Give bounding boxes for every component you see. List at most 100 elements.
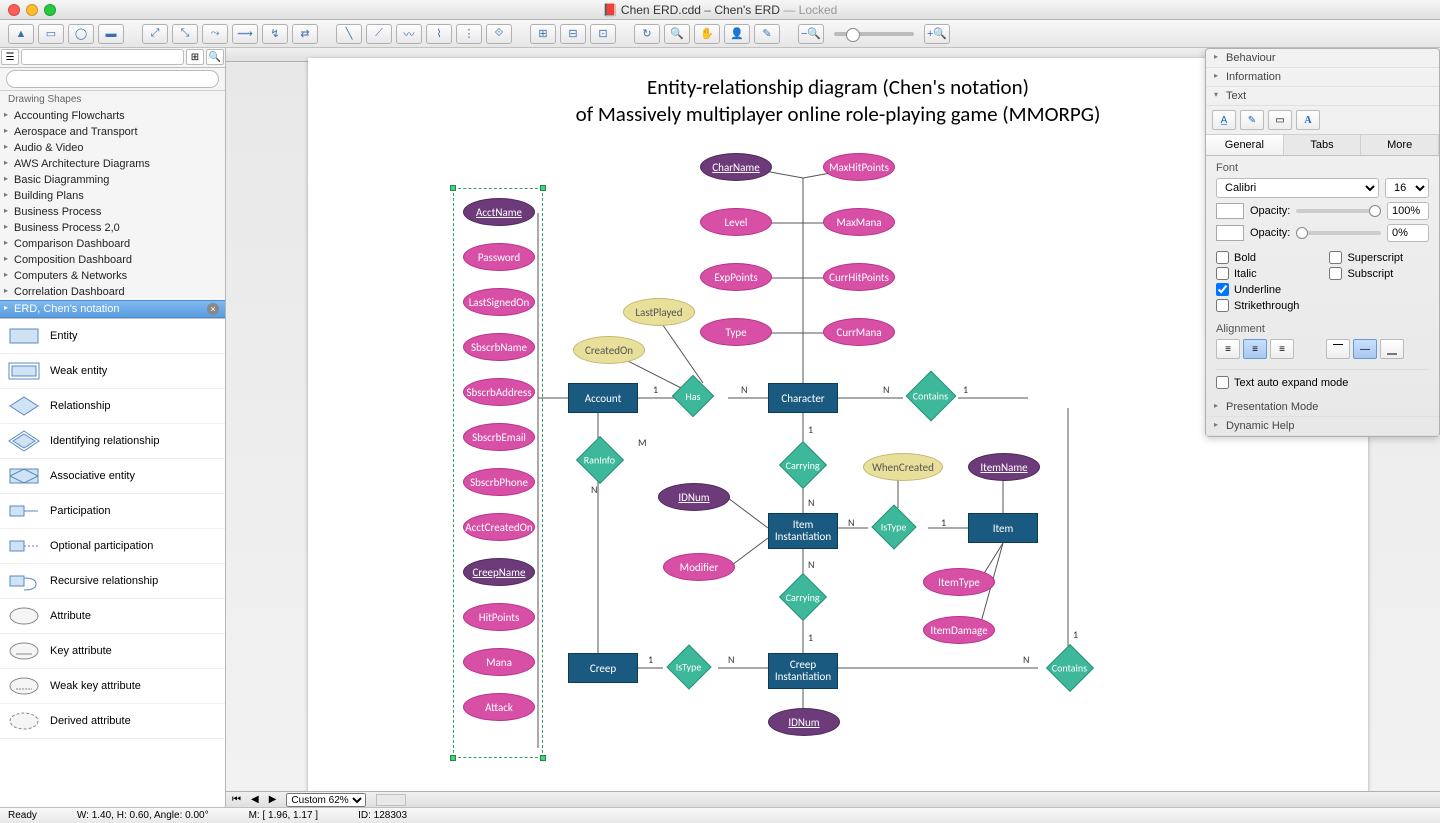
zoom-out-button[interactable]: −🔍 bbox=[798, 24, 824, 44]
text-opacity-input[interactable] bbox=[1387, 202, 1429, 220]
entity-item[interactable]: Item bbox=[968, 513, 1038, 543]
font-tool[interactable]: A bbox=[1296, 110, 1320, 130]
tab-general[interactable]: General bbox=[1206, 135, 1284, 155]
rel-istype-2[interactable]: IsType bbox=[666, 644, 711, 689]
attr-whencreated[interactable]: WhenCreated bbox=[863, 453, 943, 481]
acc-presentation[interactable]: Presentation Mode bbox=[1206, 398, 1439, 417]
entity-creep[interactable]: Creep bbox=[568, 653, 638, 683]
shape-id-relationship[interactable]: Identifying relationship bbox=[0, 424, 225, 459]
attr-sbscrbname[interactable]: SbscrbName bbox=[463, 333, 535, 361]
attr-currhitpoints[interactable]: CurrHitPoints bbox=[823, 263, 895, 291]
category-item[interactable]: Business Process 2,0 bbox=[0, 220, 225, 236]
sidebar-grid-button[interactable]: ⊞ bbox=[186, 49, 204, 65]
align-right[interactable]: ≡ bbox=[1270, 339, 1294, 359]
acc-text[interactable]: Text bbox=[1206, 87, 1439, 106]
bold-checkbox[interactable]: Bold bbox=[1216, 251, 1299, 264]
close-category-icon[interactable]: × bbox=[207, 303, 219, 315]
rel-contains-1[interactable]: Contains bbox=[906, 371, 957, 422]
line-tool-5[interactable]: ⋮ bbox=[456, 24, 482, 44]
attr-hitpoints[interactable]: HitPoints bbox=[463, 603, 535, 631]
superscript-checkbox[interactable]: Superscript bbox=[1329, 251, 1403, 264]
rel-has[interactable]: Has bbox=[672, 375, 714, 417]
category-item[interactable]: Basic Diagramming bbox=[0, 172, 225, 188]
auto-expand-checkbox[interactable]: Text auto expand mode bbox=[1216, 369, 1429, 389]
rel-contains-2[interactable]: Contains bbox=[1046, 644, 1094, 692]
text-tool[interactable]: ▬ bbox=[98, 24, 124, 44]
attr-idnum-1[interactable]: IDNum bbox=[658, 483, 730, 511]
category-item[interactable]: Aerospace and Transport bbox=[0, 124, 225, 140]
eyedropper-tool[interactable]: ✎ bbox=[754, 24, 780, 44]
group-tool-3[interactable]: ⊡ bbox=[590, 24, 616, 44]
pointer-tool[interactable]: ▲ bbox=[8, 24, 34, 44]
highlight-tool[interactable]: ✎ bbox=[1240, 110, 1264, 130]
rect-tool[interactable]: ▭ bbox=[38, 24, 64, 44]
canvas-area[interactable]: Entity-relationship diagram (Chen's nota… bbox=[226, 48, 1440, 807]
connector-tool-1[interactable]: ⤢ bbox=[142, 24, 168, 44]
group-tool-2[interactable]: ⊟ bbox=[560, 24, 586, 44]
attr-type[interactable]: Type bbox=[700, 318, 772, 346]
attr-exppoints[interactable]: ExpPoints bbox=[700, 263, 772, 291]
attr-idnum-2[interactable]: IDNum bbox=[768, 708, 840, 736]
line-tool-1[interactable]: ╲ bbox=[336, 24, 362, 44]
hand-tool[interactable]: ✋ bbox=[694, 24, 720, 44]
sidebar-search-button[interactable]: 🔍 bbox=[206, 49, 224, 65]
attr-maxmana[interactable]: MaxMana bbox=[823, 208, 895, 236]
category-item[interactable]: Building Plans bbox=[0, 188, 225, 204]
attr-level[interactable]: Level bbox=[700, 208, 772, 236]
shape-weak-entity[interactable]: Weak entity bbox=[0, 354, 225, 389]
zoom-slider[interactable] bbox=[834, 32, 914, 36]
bg-opacity-slider[interactable] bbox=[1296, 231, 1381, 235]
category-item[interactable]: Correlation Dashboard bbox=[0, 284, 225, 300]
shape-recursive[interactable]: Recursive relationship bbox=[0, 564, 225, 599]
attr-sbscrbaddress[interactable]: SbscrbAddress bbox=[463, 378, 535, 406]
shape-opt-participation[interactable]: Optional participation bbox=[0, 529, 225, 564]
category-item-active[interactable]: ERD, Chen's notation × bbox=[0, 300, 225, 318]
attr-sbscrbphone[interactable]: SbscrbPhone bbox=[463, 468, 535, 496]
line-tool-6[interactable]: ⟐ bbox=[486, 24, 512, 44]
valign-middle[interactable]: — bbox=[1353, 339, 1377, 359]
nav-next-icon[interactable]: ▶ bbox=[269, 794, 277, 805]
category-item[interactable]: AWS Architecture Diagrams bbox=[0, 156, 225, 172]
attr-currmana[interactable]: CurrMana bbox=[823, 318, 895, 346]
connector-tool-4[interactable]: ⟿ bbox=[232, 24, 258, 44]
attr-sbscrbemail[interactable]: SbscrbEmail bbox=[463, 423, 535, 451]
attr-lastsignedon[interactable]: LastSignedOn bbox=[463, 288, 535, 316]
strike-checkbox[interactable]: Strikethrough bbox=[1216, 299, 1299, 312]
entity-creep-inst[interactable]: Creep Instantiation bbox=[768, 653, 838, 689]
font-family-select[interactable]: Calibri bbox=[1216, 178, 1379, 198]
attr-maxhitpoints[interactable]: MaxHitPoints bbox=[823, 153, 895, 181]
tab-more[interactable]: More bbox=[1361, 135, 1439, 155]
italic-checkbox[interactable]: Italic bbox=[1216, 267, 1299, 280]
connector-tool-2[interactable]: ⤡ bbox=[172, 24, 198, 44]
connector-tool-5[interactable]: ↯ bbox=[262, 24, 288, 44]
shape-derived[interactable]: Derived attribute bbox=[0, 704, 225, 739]
align-left[interactable]: ≡ bbox=[1216, 339, 1240, 359]
entity-item-inst[interactable]: Item Instantiation bbox=[768, 513, 838, 549]
valign-top[interactable]: ⎺ bbox=[1326, 339, 1350, 359]
category-item[interactable]: Computers & Networks bbox=[0, 268, 225, 284]
category-item[interactable]: Composition Dashboard bbox=[0, 252, 225, 268]
shape-relationship[interactable]: Relationship bbox=[0, 389, 225, 424]
attr-lastplayed[interactable]: LastPlayed bbox=[623, 298, 695, 326]
nav-prev-icon[interactable]: ◀ bbox=[251, 794, 259, 805]
attr-charname[interactable]: CharName bbox=[700, 153, 772, 181]
shape-entity[interactable]: Entity bbox=[0, 319, 225, 354]
attr-mana[interactable]: Mana bbox=[463, 648, 535, 676]
bg-opacity-input[interactable] bbox=[1387, 224, 1429, 242]
font-size-select[interactable]: 16 bbox=[1385, 178, 1429, 198]
attr-modifier[interactable]: Modifier bbox=[663, 553, 735, 581]
refresh-tool[interactable]: ↻ bbox=[634, 24, 660, 44]
shape-key-attribute[interactable]: Key attribute bbox=[0, 634, 225, 669]
line-tool-4[interactable]: ⌇ bbox=[426, 24, 452, 44]
subscript-checkbox[interactable]: Subscript bbox=[1329, 267, 1403, 280]
page-tabs[interactable] bbox=[376, 794, 406, 806]
shape-assoc-entity[interactable]: Associative entity bbox=[0, 459, 225, 494]
entity-account[interactable]: Account bbox=[568, 383, 638, 413]
nav-first-icon[interactable]: ⏮ bbox=[232, 794, 241, 805]
ellipse-tool[interactable]: ◯ bbox=[68, 24, 94, 44]
attr-createdon[interactable]: CreatedOn bbox=[573, 336, 645, 364]
rel-raninfo[interactable]: RanInfo bbox=[576, 436, 624, 484]
text-color-tool[interactable]: A̲ bbox=[1212, 110, 1236, 130]
text-color-swatch[interactable] bbox=[1216, 203, 1244, 219]
sidebar-search-input[interactable] bbox=[6, 70, 219, 88]
